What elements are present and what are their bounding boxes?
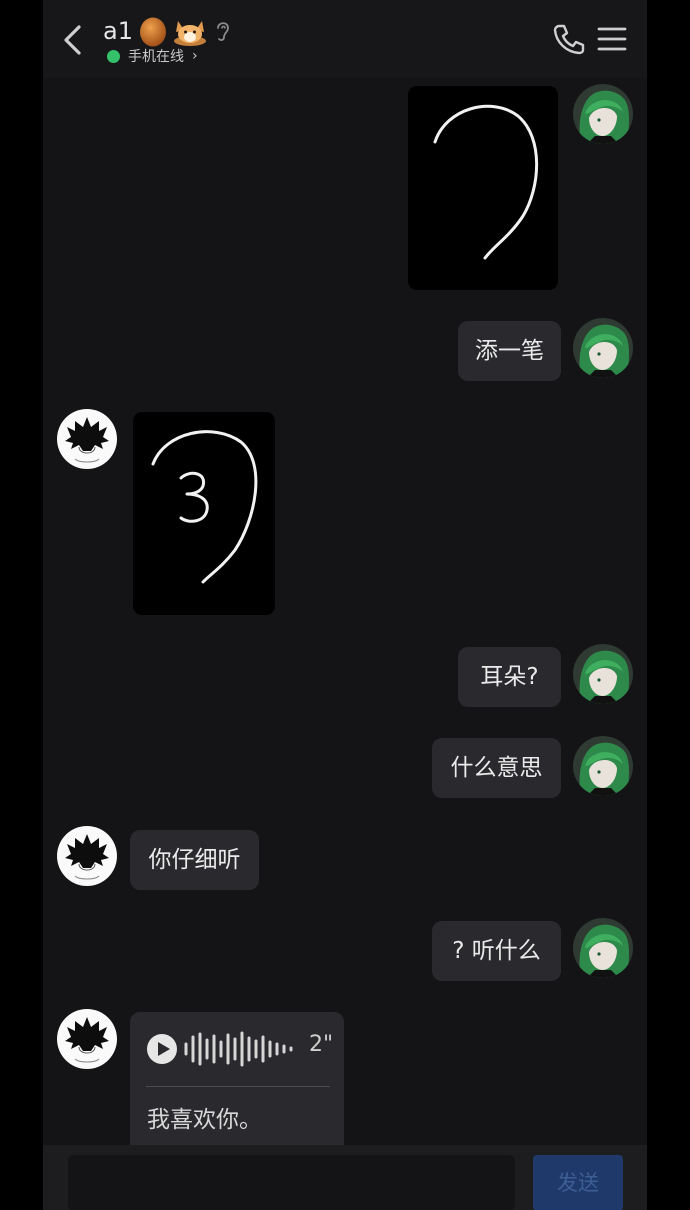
- my-avatar[interactable]: [573, 318, 633, 378]
- message-bubble[interactable]: 添一笔: [458, 321, 561, 381]
- ear-with-three-drawing-image: [151, 430, 258, 584]
- online-status: 手机在线: [128, 49, 184, 65]
- my-avatar[interactable]: [573, 736, 633, 796]
- send-button[interactable]: 发送: [533, 1155, 623, 1210]
- contact-avatar[interactable]: [57, 409, 117, 469]
- message-bubble[interactable]: 耳朵?: [458, 647, 561, 707]
- composer-bar: 发送: [43, 1145, 647, 1210]
- my-avatar[interactable]: [573, 918, 633, 978]
- chat-header: a1 手机在线 ›: [43, 0, 647, 78]
- phone-call-icon[interactable]: [550, 20, 586, 58]
- message-input[interactable]: [68, 1155, 515, 1210]
- online-dot: [107, 49, 120, 63]
- ear-drawing-image: [433, 104, 539, 260]
- message-bubble[interactable]: 什么意思: [432, 738, 561, 798]
- voice-divider: [146, 1086, 330, 1087]
- image-message[interactable]: [408, 86, 558, 290]
- back-arrow-icon[interactable]: [57, 22, 91, 58]
- menu-icon[interactable]: [594, 20, 630, 58]
- voice-transcript: 我喜欢你。: [147, 1107, 262, 1133]
- corgi-badge-icon: [173, 21, 206, 46]
- ear-icon: [217, 22, 229, 41]
- voice-message[interactable]: 2" 我喜欢你。: [130, 1012, 344, 1162]
- message-bubble[interactable]: 你仔细听: [130, 830, 259, 890]
- status-chevron: ›: [192, 48, 198, 64]
- contact-title-row[interactable]: a1: [103, 14, 233, 48]
- voice-waveform: [184, 1031, 293, 1067]
- chat-screen: a1 手机在线 › 添一笔 耳朵? 什么意思 你仔细听 ? 听什么 2" 我喜欢…: [43, 0, 647, 1210]
- voice-duration: 2": [309, 1032, 334, 1057]
- my-avatar[interactable]: [573, 644, 633, 704]
- contact-avatar[interactable]: [57, 826, 117, 886]
- play-icon[interactable]: [146, 1033, 178, 1065]
- message-bubble[interactable]: ? 听什么: [432, 921, 561, 981]
- image-message[interactable]: [133, 412, 275, 615]
- contact-avatar[interactable]: [57, 1009, 117, 1069]
- contact-name[interactable]: a1: [103, 17, 133, 45]
- egg-badge-icon: [139, 17, 166, 47]
- online-status-row[interactable]: 手机在线 ›: [107, 46, 198, 66]
- my-avatar[interactable]: [573, 84, 633, 144]
